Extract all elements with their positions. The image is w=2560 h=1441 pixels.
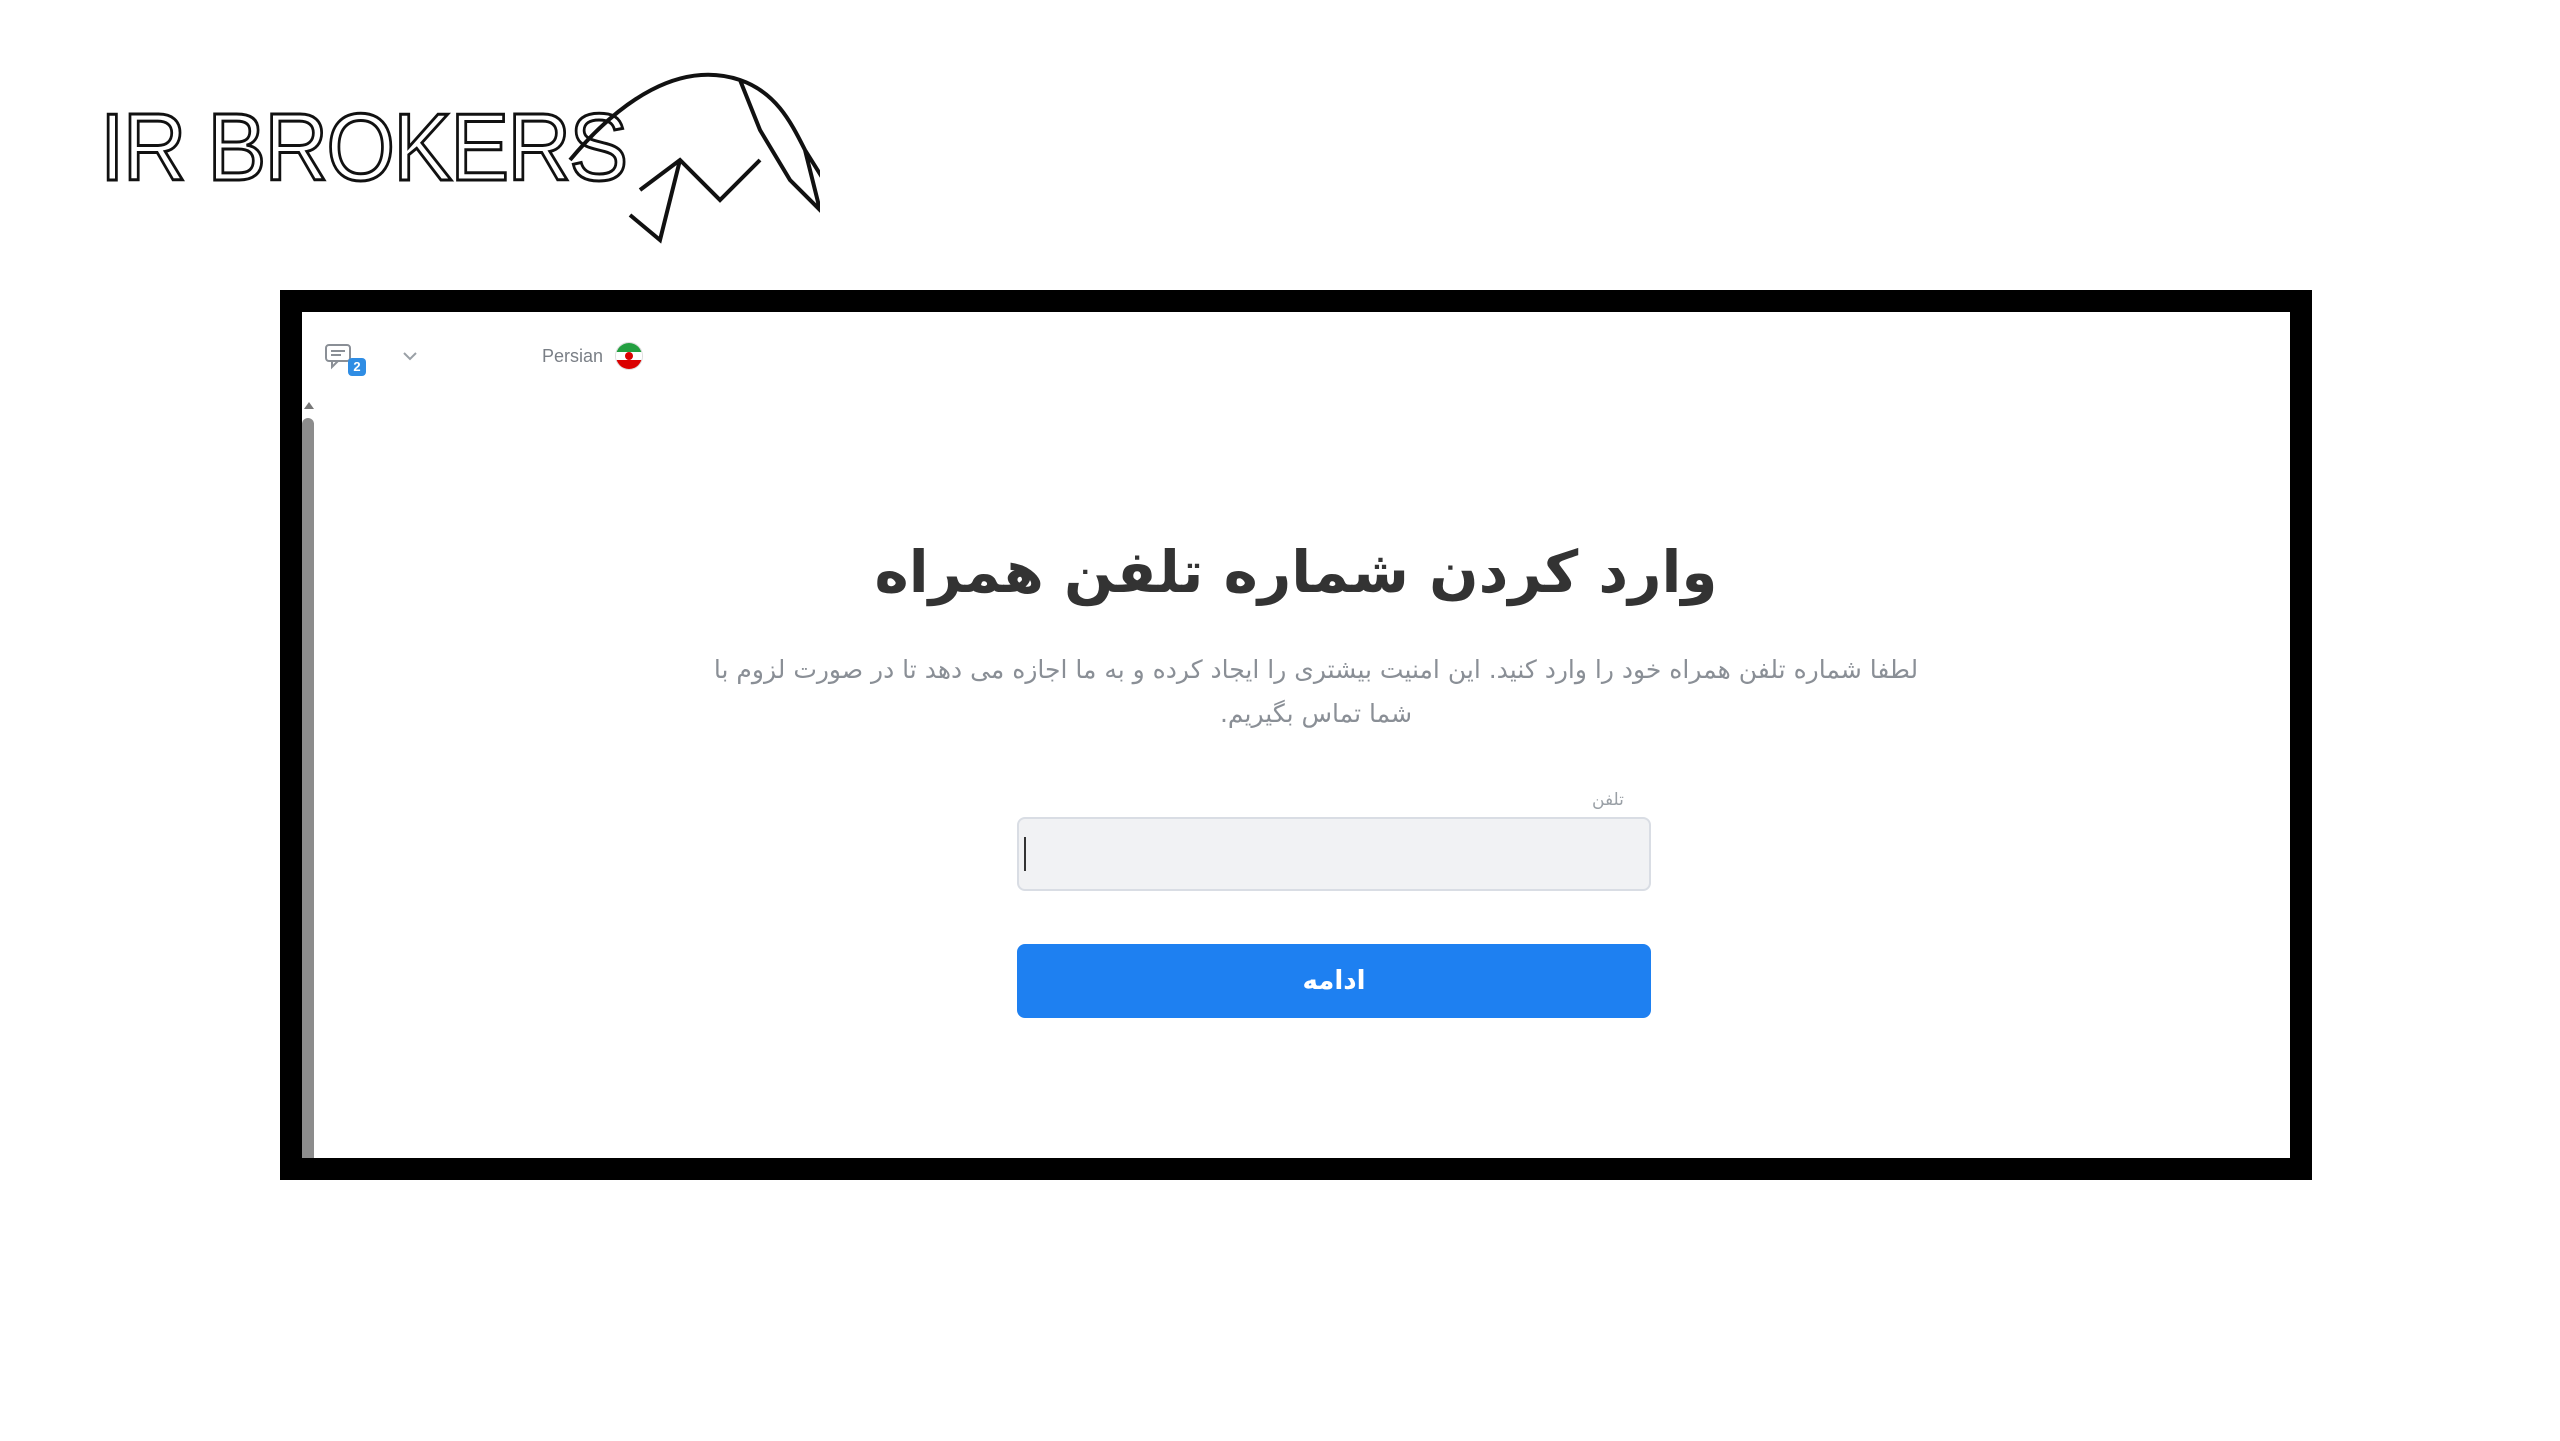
text-cursor [1024,837,1026,871]
continue-button[interactable]: ادامه [1017,944,1651,1018]
screenshot-frame: 2 Persian وارد کردن شماره تلفن همراه لطف… [280,290,2312,1180]
page-title: وارد کردن شماره تلفن همراه [874,538,1718,606]
phone-field-label: تلفن [1592,790,1624,810]
language-label: Persian [542,345,604,366]
vertical-scrollbar[interactable] [302,402,316,1158]
scrollbar-thumb[interactable] [302,418,314,1158]
slide-canvas: IR BROKERS 2 Persian وارد کردن شماره تلف… [0,0,2560,1441]
app-screen: 2 Persian وارد کردن شماره تلفن همراه لطف… [302,312,2290,1158]
phone-input[interactable] [1017,817,1651,891]
chat-count-badge: 2 [348,358,366,376]
chevron-down-icon[interactable] [400,346,420,366]
iran-flag-icon [615,342,644,370]
chat-widget[interactable]: 2 [324,342,368,378]
language-selector[interactable]: Persian [542,342,644,370]
scroll-up-arrow-icon[interactable] [304,402,314,409]
ir-brokers-logo: IR BROKERS [99,40,820,250]
bull-horn-icon [568,72,820,244]
page-subtitle: لطفا شماره تلفن همراه خود را وارد کنید. … [713,655,1919,728]
